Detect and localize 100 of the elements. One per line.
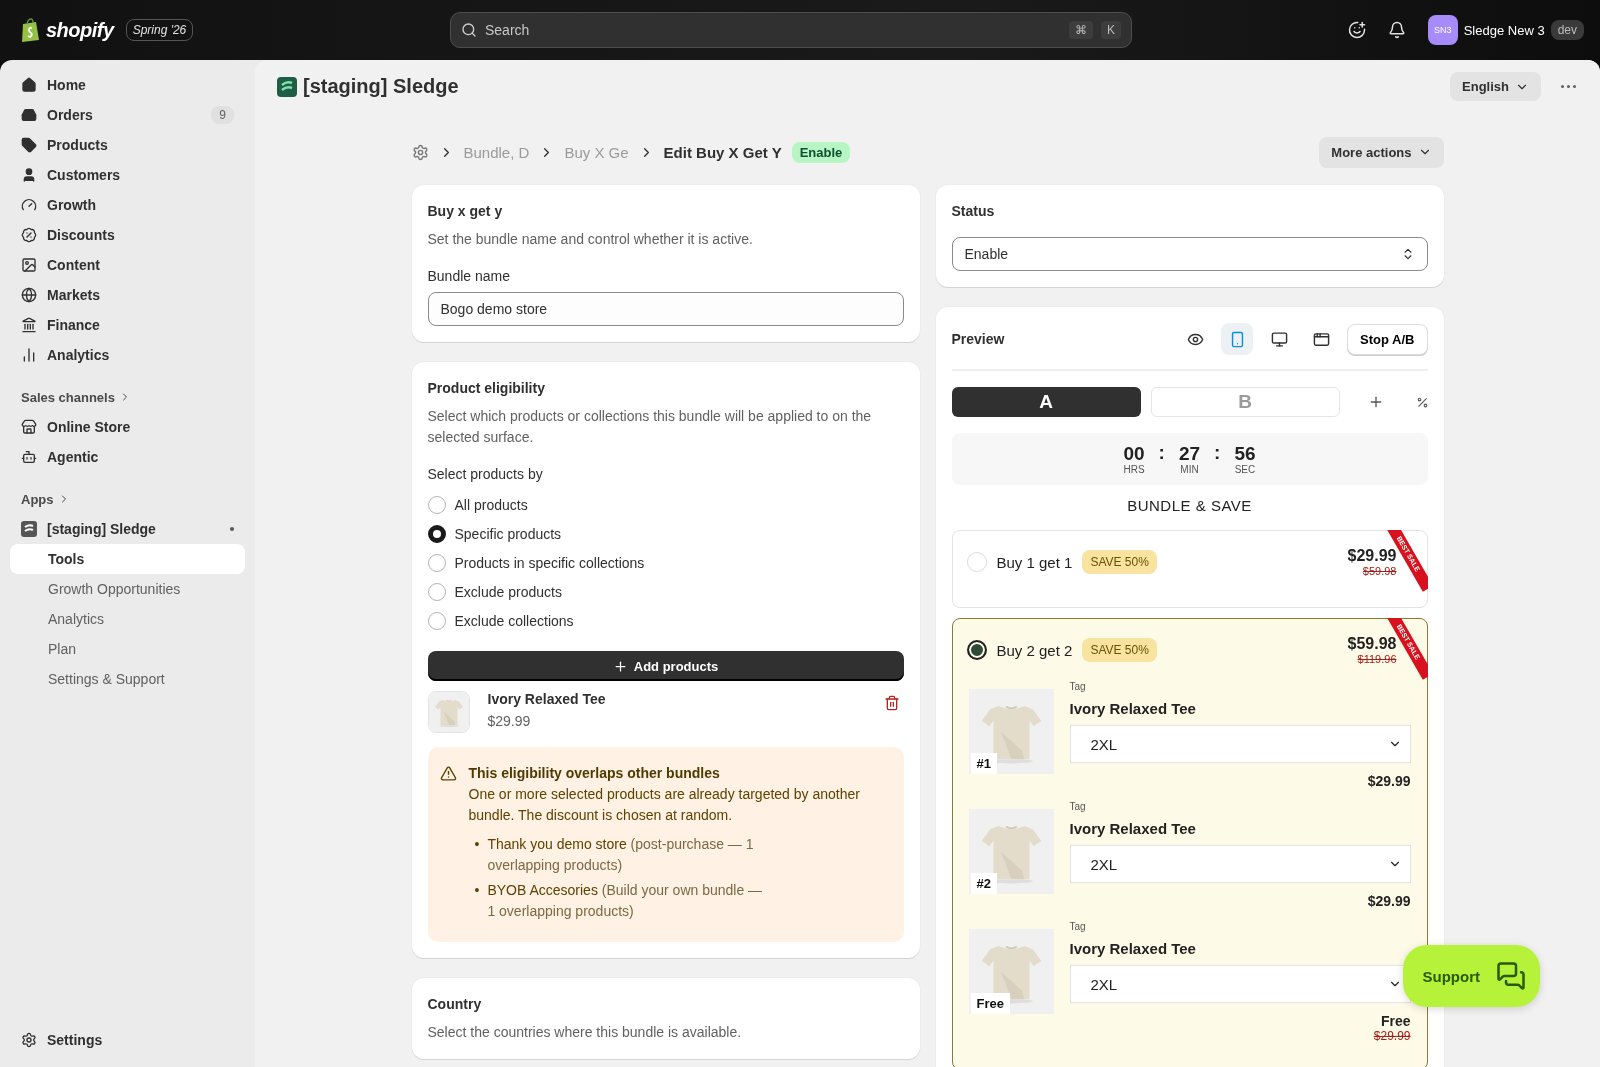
warning-icon [439,765,457,782]
variant-tab[interactable]: A [951,387,1141,417]
radio-label[interactable]: Specific products [454,525,562,542]
radio-button[interactable] [427,582,446,601]
sidebar-item[interactable]: Customers [10,160,245,190]
size-select[interactable]: 2XL [1069,845,1411,883]
user-icon [21,167,37,183]
stop-ab-button[interactable]: Stop A/B [1347,323,1428,355]
page-title: Edit Buy X Get Y [663,143,782,161]
sidebar-item[interactable]: Content [10,250,245,280]
bar-chart-icon [21,347,37,363]
sidebar-item[interactable]: Orders 9 [10,100,245,130]
sidebar-item[interactable]: Markets [10,280,245,310]
account-name[interactable]: Sledge New 3 [1463,22,1545,38]
shortcut-key: K [1101,21,1121,39]
item-price: Free [1380,1013,1411,1029]
bell-icon[interactable] [1387,21,1406,39]
sidebar-subitem[interactable]: Growth Opportunities [10,574,245,604]
more-actions-button[interactable]: More actions [1319,136,1444,168]
percent-icon [1415,395,1429,409]
bundle-heading: BUNDLE & SAVE [1126,497,1253,514]
product-name: Ivory Relaxed Tee [487,691,607,707]
sidebar-item[interactable]: Home [10,70,245,100]
item-name: Ivory Relaxed Tee [1069,700,1197,717]
search-icon [461,22,477,38]
timer-separator: : [1158,442,1165,464]
size-select[interactable]: 2XL [1069,965,1411,1003]
sidebar-item[interactable]: Discounts [10,220,245,250]
warning-message: One or more selected products are already targeted by another bundle. The discount is chosen at random. [468,785,861,825]
sidebar-subitem[interactable]: Plan [10,634,245,664]
card-title: Country [427,996,483,1012]
sidebar-item[interactable]: Products [10,130,245,160]
settings-icon [21,1032,37,1048]
section-heading[interactable]: Sales channels [10,382,245,412]
bundle-link[interactable]: BYOB Accesories [487,882,598,898]
sidebar-item[interactable]: Agentic [10,442,245,472]
sidebar-item[interactable]: [staging] Sledge [10,514,245,544]
item-badge: #2 [970,873,997,894]
tag-icon [21,137,37,153]
trash-icon [883,695,900,711]
timer-unit: MIN [1180,463,1199,475]
status-badge: Enable [791,141,851,163]
count-badge: 9 [211,106,234,124]
radio-button[interactable] [966,640,987,660]
item-tag: Tag [1069,801,1411,812]
sidebar-subitem[interactable]: Settings & Support [10,664,245,694]
item-price: $29.99 [1367,893,1411,909]
offer-label: Buy 1 get 1 [996,553,1073,571]
settings-icon[interactable] [411,143,429,161]
bundle-link[interactable]: Thank you demo store [487,836,627,852]
timer-unit: SEC [1234,463,1256,475]
sidebar-item[interactable]: Online Store [10,412,245,442]
product-price: $29.99 [487,713,532,729]
radio-label[interactable]: Exclude products [454,583,562,600]
card-title: Status [951,203,996,219]
overlap-item: BYOB Accesories (Build your own bundle — 1 overlapping products) [487,881,764,921]
assistant-icon[interactable] [1347,21,1366,39]
home-icon [21,77,37,93]
support-button[interactable]: Support [1402,945,1540,1007]
chat-icon [1496,961,1526,991]
monitor-icon [1270,330,1288,348]
sidebar-item[interactable]: Growth [10,190,245,220]
search-field[interactable]: Search ⌘ K [450,12,1132,48]
status-dot-icon [230,527,234,531]
radio-button[interactable] [427,611,446,630]
field-label: Select products by [427,466,544,482]
sidebar-subitem[interactable]: Analytics [10,604,245,634]
more-icon [1561,85,1576,88]
card-title: Preview [951,331,1006,347]
item-name: Ivory Relaxed Tee [1069,940,1197,957]
radio-label[interactable]: Exclude collections [454,612,574,629]
add-products-button[interactable]: Add products [427,651,904,681]
radio-button[interactable] [427,495,446,514]
percent-badge-icon [21,227,37,243]
sidebar-subitem[interactable]: Tools [10,544,245,574]
timer-separator: : [1214,442,1221,464]
sidebar-item[interactable]: Settings [10,1025,245,1055]
edition-badge: Spring '26 [125,19,194,41]
image-icon [21,257,37,273]
timer-value: 27 [1178,443,1201,464]
language-dropdown[interactable]: English [1450,72,1541,101]
inbox-icon [21,107,37,123]
status-select[interactable]: Enable [951,237,1428,271]
sidebar-item[interactable]: Analytics [10,340,245,370]
radio-button[interactable] [427,553,446,572]
radio-button[interactable] [427,524,446,543]
sidebar-item[interactable]: Finance [10,310,245,340]
input-field[interactable]: Bogo demo store [427,292,904,326]
bullet: • [474,881,480,900]
radio-label[interactable]: All products [454,496,528,513]
device-toggle[interactable] [1221,323,1254,355]
more-button[interactable] [1559,83,1578,90]
logo-text[interactable]: shopify [46,18,114,42]
item-tag: Tag [1069,921,1411,932]
size-select[interactable]: 2XL [1069,725,1411,763]
globe-icon [21,287,37,303]
warning-title: This eligibility overlaps other bundles [468,764,721,783]
section-heading[interactable]: Apps [10,484,245,514]
discount-badge: SAVE 50% [1082,638,1157,662]
radio-label[interactable]: Products in specific collections [454,554,645,571]
